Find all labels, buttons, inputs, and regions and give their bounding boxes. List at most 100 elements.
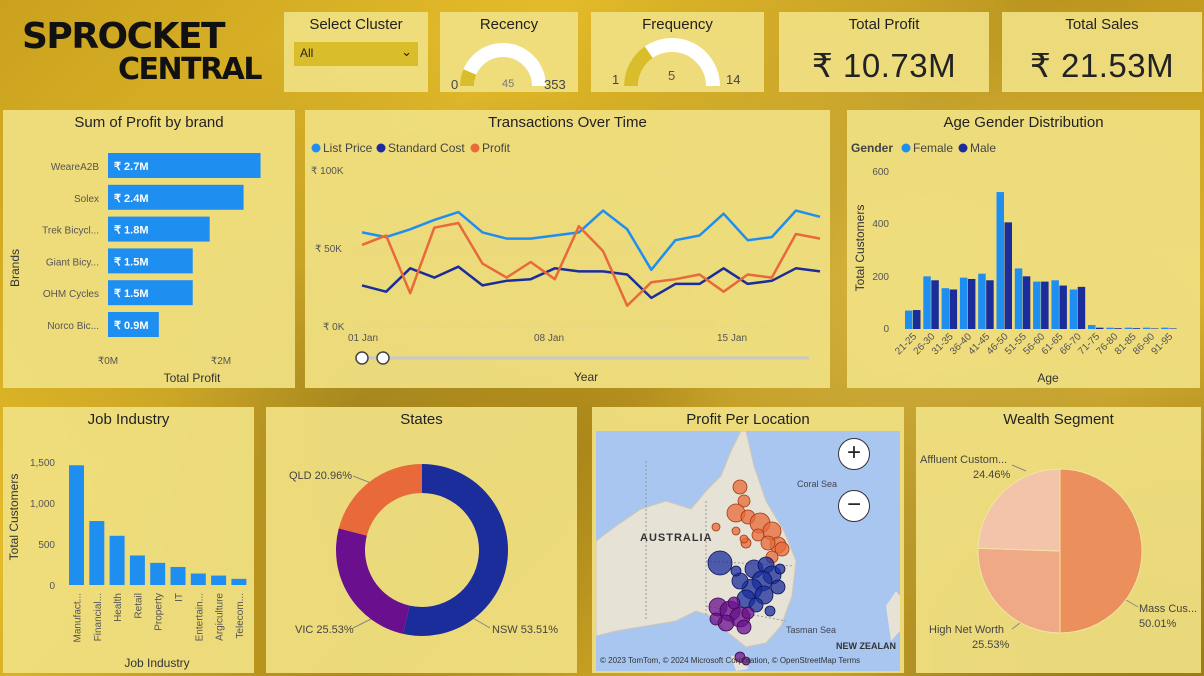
trans-xtick-1: 08 Jan: [534, 333, 564, 344]
frequency-gauge-fill: [624, 46, 654, 87]
job-bar: [69, 465, 84, 585]
wealth-pct-hnw: 25.53%: [972, 639, 1010, 651]
legend-standard-cost: Standard Cost: [388, 141, 465, 155]
job-xtick: Telecom...: [235, 593, 246, 639]
job-bar: [190, 573, 206, 585]
age-bar-female: [996, 192, 1004, 329]
total-sales-value: ₹ 21.53M: [1029, 47, 1175, 84]
brand-bar-value: ₹ 2.7M: [114, 161, 149, 173]
brand-xlabel: Total Profit: [164, 371, 221, 385]
job-xlabel: Job Industry: [124, 656, 189, 670]
frequency-min: 1: [612, 72, 619, 87]
brand-bar-label: Solex: [74, 194, 99, 205]
legend-dot-standard-cost: [376, 143, 386, 153]
trans-xlabel: Year: [574, 370, 598, 384]
job-xtick: Argiculture: [215, 593, 226, 641]
profit-by-brand-chart: Brands Total Profit ₹0M ₹2M ₹ 2.7M WeareA…: [8, 153, 261, 385]
job-xtick: Entertain...: [194, 593, 205, 641]
age-bar-female: [1069, 289, 1078, 329]
legend-dot-male: [958, 143, 968, 153]
job-bar: [231, 578, 247, 585]
job-xtick: Manufact...: [73, 593, 84, 642]
recency-max: 353: [544, 77, 566, 92]
age-bar-female: [1014, 268, 1023, 329]
age-gender-card: Age Gender Distribution Gender Female Ma…: [847, 110, 1200, 388]
legend-dot-profit: [470, 143, 480, 153]
job-ytick-3: 0: [49, 581, 55, 592]
age-bar-male: [1041, 281, 1049, 329]
transactions-card: Transactions Over Time List Price Standa…: [305, 110, 830, 388]
job-ytick-1: 1,000: [30, 499, 55, 510]
age-bar-male: [949, 289, 958, 329]
cluster-dropdown[interactable]: All ⌄: [294, 42, 418, 66]
wealth-slice: [977, 468, 1061, 552]
new-zealand: [886, 591, 900, 641]
leader-qld: [352, 475, 372, 484]
leader-affluent: [1011, 464, 1027, 472]
zoom-in-button[interactable]: +: [838, 438, 870, 470]
frequency-card: Frequency 1 5 14: [591, 12, 764, 92]
wealth-label-mass: Mass Cus...: [1139, 603, 1197, 615]
age-bar-female: [978, 273, 986, 329]
logo-line1: SPROCKET: [22, 16, 226, 57]
frequency-gauge: 1 5 14: [612, 38, 740, 87]
age-bar-female: [1124, 327, 1133, 329]
brand-bar-label: WeareA2B: [51, 162, 100, 173]
age-bar-female: [1033, 281, 1041, 329]
job-industry-card: Job Industry Total Customers 1,500 1,000…: [3, 407, 254, 673]
wealth-pct-mass: 50.01%: [1139, 618, 1177, 630]
total-sales-card: Total Sales ₹ 21.53M: [1002, 12, 1202, 92]
series-line-standard-cost: [361, 265, 821, 300]
age-bar-male: [1077, 286, 1086, 329]
wealth-card: Wealth Segment Affluent Custom... 24.46%…: [916, 407, 1201, 673]
age-xlabel: Age: [1037, 371, 1059, 385]
legend-dot-list-price: [311, 143, 321, 153]
recency-card: Recency 0 45 353: [440, 12, 578, 92]
brand-bar-label: Trek Bicycl...: [42, 226, 99, 237]
map-label-tasman-sea: Tasman Sea: [786, 625, 836, 635]
recency-gauge-fill: [460, 69, 477, 87]
map-copyright[interactable]: © 2023 TomTom, © 2024 Microsoft Corporat…: [600, 656, 860, 665]
age-bar-male: [913, 310, 921, 329]
frequency-value: 5: [668, 68, 675, 83]
job-bar: [89, 521, 105, 585]
map-label-new-zealand: NEW ZEALAN: [836, 641, 896, 651]
states-slice: [336, 528, 410, 634]
sprocket-central-logo: SPROCKET CENTRAL: [22, 16, 263, 90]
states-label-qld: QLD 20.96%: [289, 470, 352, 482]
legend-male: Male: [970, 141, 996, 155]
date-slider-start-handle[interactable]: [355, 351, 369, 365]
age-bar-male: [1132, 328, 1141, 329]
wealth-label-hnw: High Net Worth: [929, 624, 1004, 636]
age-bar-female: [905, 310, 913, 329]
leader-nsw: [470, 616, 491, 629]
job-xtick: Retail: [133, 593, 144, 619]
leader-mass: [1125, 599, 1139, 608]
brand-bar-value: ₹ 1.5M: [114, 288, 149, 300]
series-line-profit: [361, 221, 821, 307]
age-ylabel: Total Customers: [853, 205, 867, 292]
age-bar-male: [931, 280, 939, 329]
total-profit-title: Total Profit: [848, 16, 920, 33]
age-ytick-2: 200: [872, 272, 889, 283]
age-bar-male: [967, 278, 976, 329]
wealth-slice: [1059, 468, 1143, 634]
age-bar-male: [1022, 276, 1031, 329]
trans-ytick-2: ₹ 0K: [323, 322, 345, 333]
zoom-out-button[interactable]: −: [838, 490, 870, 522]
cluster-dropdown-value: All: [300, 46, 314, 60]
legend-list-price: List Price: [323, 141, 373, 155]
age-bar-female: [1106, 327, 1114, 329]
brand-bar-value: ₹ 0.9M: [114, 320, 149, 332]
brand-ylabel: Brands: [8, 249, 22, 287]
age-bar-female: [1161, 327, 1169, 329]
age-gender-chart: Gender Female Male Total Customers Age 6…: [851, 141, 1177, 385]
age-bar-male: [986, 280, 994, 329]
logo-line2: CENTRAL: [118, 52, 263, 87]
age-bar-male: [1004, 222, 1012, 329]
age-bar-female: [1051, 280, 1059, 329]
profit-map[interactable]: AUSTRALIA Coral Sea Tasman Sea NEW ZEALA…: [596, 431, 900, 671]
date-slider-end-handle[interactable]: [376, 351, 390, 365]
age-ytick-0: 600: [872, 167, 889, 178]
map-label-australia: AUSTRALIA: [640, 532, 713, 544]
